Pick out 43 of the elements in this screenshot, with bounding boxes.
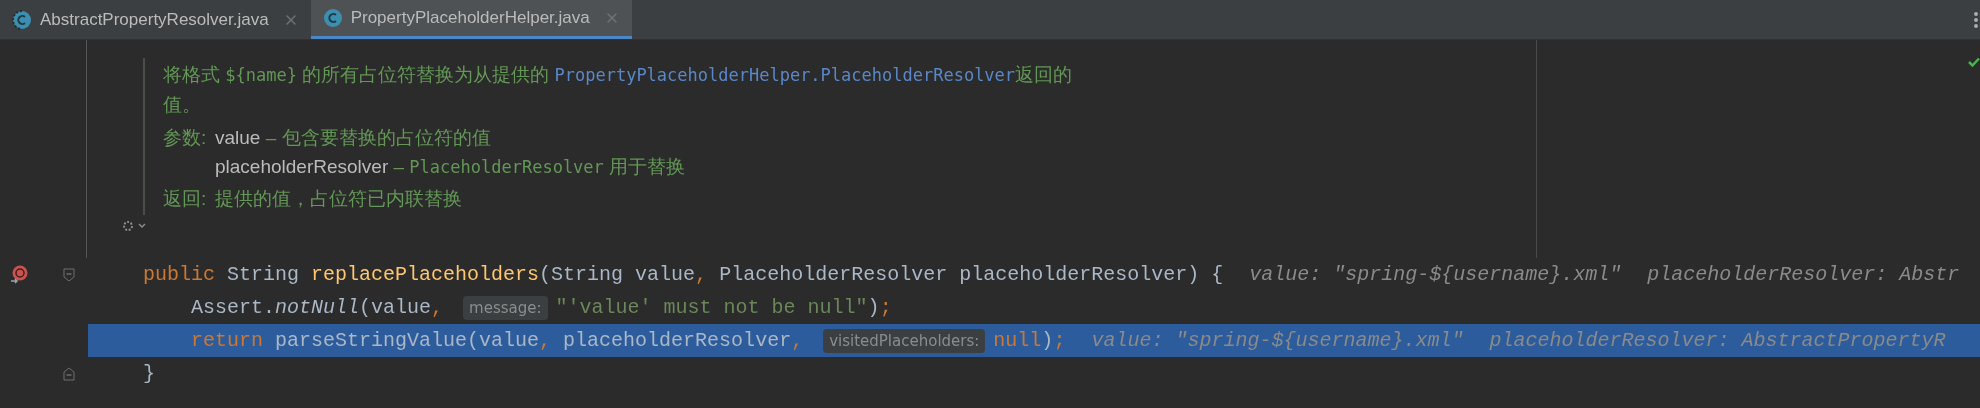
parameter-hint: visitedPlaceholders: bbox=[823, 328, 986, 353]
code-text: , bbox=[695, 261, 709, 288]
returns-description: 提供的值，占位符已内联替换 bbox=[215, 187, 462, 211]
code-text: parseStringValue(value bbox=[275, 327, 540, 354]
code-text: replacePlaceholders bbox=[311, 261, 540, 288]
code-text: , bbox=[431, 294, 445, 321]
reader-mode-icon[interactable] bbox=[121, 219, 149, 233]
debug-value: placeholderResolver: Abstr bbox=[1647, 261, 1960, 288]
code-text: PlaceholderResolver placeholderResolver) { bbox=[719, 261, 1224, 288]
code-text: ; bbox=[879, 294, 892, 321]
code-text: public bbox=[143, 261, 216, 288]
code-text: } bbox=[143, 360, 155, 387]
debug-value: value: "spring-${username}.xml" bbox=[1091, 327, 1464, 354]
doc-description: 将格式 ${name} 的所有占位符替换为从提供的 PropertyPlaceholderHelper.PlaceholderResolver返回的值。 bbox=[163, 63, 1074, 117]
param-description: value – 包含要替换的占位符的值 bbox=[215, 126, 492, 150]
code-text: return bbox=[190, 327, 265, 354]
editor-tab[interactable]: AbstractPropertyResolver.java bbox=[0, 0, 311, 39]
editor-tab[interactable]: PropertyPlaceholderHelper.java bbox=[310, 0, 632, 39]
parameter-hint: message: bbox=[463, 295, 548, 320]
code-text: , bbox=[539, 327, 553, 354]
debug-value: value: "spring-${username}.xml" bbox=[1249, 261, 1622, 288]
code-text: ; bbox=[1053, 327, 1066, 354]
code-text: ) bbox=[1041, 327, 1054, 354]
code-text: (value bbox=[359, 294, 432, 321]
params-label: 参数: bbox=[163, 126, 208, 150]
code-text: placeholderResolver bbox=[563, 327, 792, 354]
tab-label: PropertyPlaceholderHelper.java bbox=[350, 7, 590, 30]
param-description: placeholderResolver – PlaceholderResolver 用于替换 bbox=[215, 155, 686, 179]
class-icon bbox=[12, 9, 32, 30]
class-icon bbox=[322, 8, 343, 28]
code-text: (String value bbox=[539, 261, 696, 288]
code-text: String bbox=[227, 261, 301, 288]
more-icon[interactable] bbox=[1973, 10, 1979, 29]
code-text: , bbox=[791, 327, 805, 354]
code-text: ) bbox=[867, 294, 880, 321]
check-icon bbox=[1968, 57, 1980, 67]
code-text: "'value' must not be null" bbox=[555, 294, 868, 321]
code-text: Assert. bbox=[190, 294, 276, 321]
tab-label: AbstractPropertyResolver.java bbox=[40, 8, 269, 31]
code-text: notNull bbox=[275, 294, 360, 321]
debug-value: placeholderResolver: AbstractPropertyR bbox=[1489, 327, 1946, 354]
returns-label: 返回: bbox=[163, 187, 208, 211]
code-text: null bbox=[993, 327, 1042, 354]
